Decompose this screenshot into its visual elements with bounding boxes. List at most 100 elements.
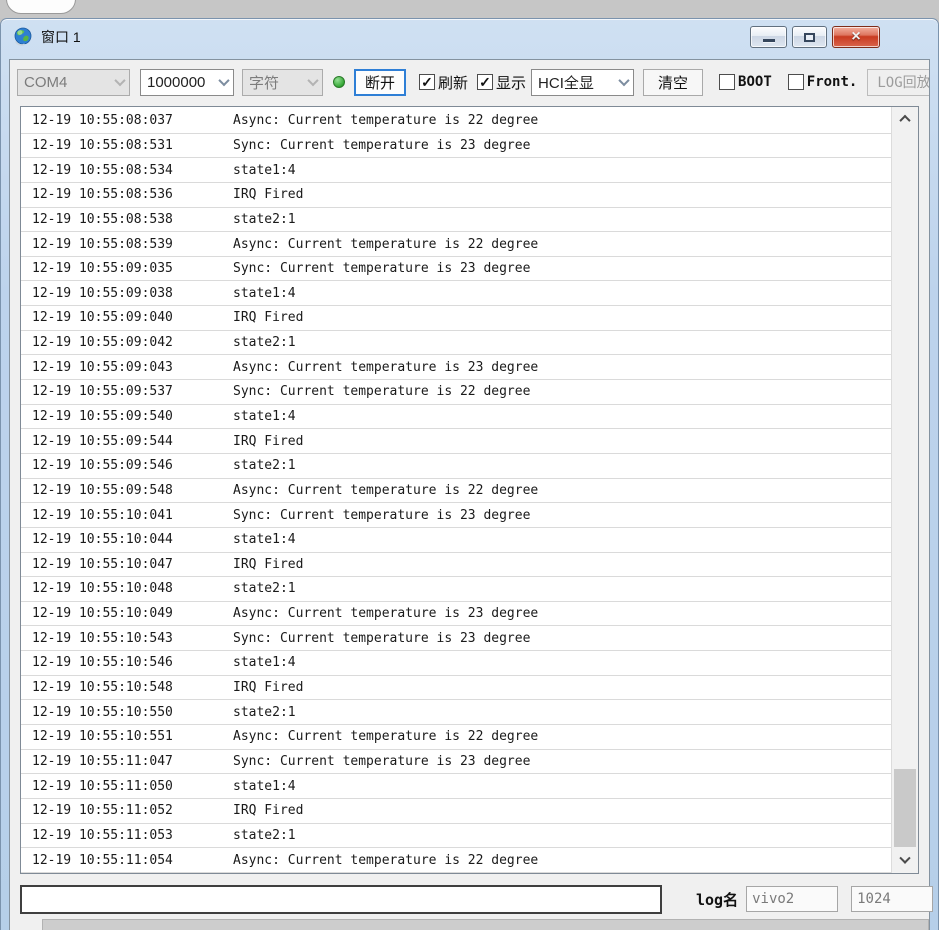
disconnect-button[interactable]: 断开 bbox=[354, 69, 406, 96]
log-message: IRQ Fired bbox=[233, 803, 891, 818]
serial-log-window: 窗口 1 × COM4 1000000 字符 断开 bbox=[0, 18, 939, 930]
log-message: state2:1 bbox=[233, 458, 891, 473]
log-message: Async: Current temperature is 22 degree bbox=[233, 113, 891, 128]
chevron-down-icon bbox=[899, 853, 910, 864]
bottom-bar: log名 bbox=[20, 883, 919, 915]
log-row[interactable]: 12-19 10:55:09:035Sync: Current temperat… bbox=[21, 257, 891, 282]
baud-rate-select[interactable]: 1000000 bbox=[140, 69, 234, 96]
log-row[interactable]: 12-19 10:55:09:546state2:1 bbox=[21, 454, 891, 479]
mode-value: 字符 bbox=[249, 72, 279, 93]
boot-checkbox[interactable]: BOOT bbox=[719, 74, 772, 90]
log-row[interactable]: 12-19 10:55:10:548IRQ Fired bbox=[21, 676, 891, 701]
log-row[interactable]: 12-19 10:55:09:038state1:4 bbox=[21, 281, 891, 306]
scrollbar-thumb[interactable] bbox=[894, 769, 916, 847]
log-message: Sync: Current temperature is 23 degree bbox=[233, 631, 891, 646]
maximize-icon bbox=[804, 33, 815, 42]
maximize-button[interactable] bbox=[792, 26, 827, 48]
log-message: state2:1 bbox=[233, 581, 891, 596]
close-button[interactable]: × bbox=[832, 26, 880, 48]
log-row[interactable]: 12-19 10:55:10:546state1:4 bbox=[21, 651, 891, 676]
hci-display-select[interactable]: HCI全显 bbox=[531, 69, 634, 96]
scroll-down-button[interactable] bbox=[892, 849, 918, 873]
checkbox-unchecked-icon bbox=[719, 74, 735, 90]
log-row[interactable]: 12-19 10:55:11:054Async: Current tempera… bbox=[21, 848, 891, 873]
log-message: state1:4 bbox=[233, 286, 891, 301]
log-row[interactable]: 12-19 10:55:09:544IRQ Fired bbox=[21, 429, 891, 454]
log-size-field bbox=[851, 886, 933, 912]
log-row[interactable]: 12-19 10:55:08:539Async: Current tempera… bbox=[21, 232, 891, 257]
hci-display-value: HCI全显 bbox=[538, 72, 594, 93]
log-timestamp: 12-19 10:55:10:551 bbox=[21, 729, 233, 744]
log-timestamp: 12-19 10:55:10:543 bbox=[21, 631, 233, 646]
mode-select: 字符 bbox=[242, 69, 323, 96]
log-row[interactable]: 12-19 10:55:10:044state1:4 bbox=[21, 528, 891, 553]
com-port-select: COM4 bbox=[17, 69, 130, 96]
log-row[interactable]: 12-19 10:55:08:037Async: Current tempera… bbox=[21, 109, 891, 134]
log-message: Sync: Current temperature is 22 degree bbox=[233, 384, 891, 399]
clear-button[interactable]: 清空 bbox=[643, 69, 703, 96]
log-replay-button: LOG回放 bbox=[867, 69, 929, 96]
vertical-scrollbar[interactable] bbox=[891, 107, 918, 873]
log-row[interactable]: 12-19 10:55:09:537Sync: Current temperat… bbox=[21, 380, 891, 405]
minimize-button[interactable] bbox=[750, 26, 787, 48]
checkbox-checked-icon: ✓ bbox=[419, 74, 435, 90]
chevron-down-icon bbox=[114, 75, 125, 86]
scroll-up-button[interactable] bbox=[892, 107, 918, 131]
log-message: state2:1 bbox=[233, 335, 891, 350]
baud-rate-value: 1000000 bbox=[147, 74, 205, 91]
log-row[interactable]: 12-19 10:55:08:534state1:4 bbox=[21, 158, 891, 183]
com-port-value: COM4 bbox=[24, 74, 67, 91]
log-timestamp: 12-19 10:55:08:536 bbox=[21, 187, 233, 202]
log-row[interactable]: 12-19 10:55:09:548Async: Current tempera… bbox=[21, 479, 891, 504]
log-message: state2:1 bbox=[233, 705, 891, 720]
front-checkbox[interactable]: Front. bbox=[788, 74, 858, 90]
log-message: state1:4 bbox=[233, 655, 891, 670]
log-timestamp: 12-19 10:55:10:548 bbox=[21, 680, 233, 695]
log-timestamp: 12-19 10:55:10:546 bbox=[21, 655, 233, 670]
checkbox-checked-icon: ✓ bbox=[477, 74, 493, 90]
log-row[interactable]: 12-19 10:55:10:551Async: Current tempera… bbox=[21, 725, 891, 750]
chevron-down-icon bbox=[218, 75, 229, 86]
log-message: state1:4 bbox=[233, 779, 891, 794]
log-row[interactable]: 12-19 10:55:11:052IRQ Fired bbox=[21, 799, 891, 824]
log-timestamp: 12-19 10:55:09:040 bbox=[21, 310, 233, 325]
log-row[interactable]: 12-19 10:55:08:531Sync: Current temperat… bbox=[21, 134, 891, 159]
log-row[interactable]: 12-19 10:55:10:048state2:1 bbox=[21, 577, 891, 602]
log-timestamp: 12-19 10:55:08:531 bbox=[21, 138, 233, 153]
horizontal-scrollbar[interactable] bbox=[42, 919, 929, 930]
log-row[interactable]: 12-19 10:55:10:049Async: Current tempera… bbox=[21, 602, 891, 627]
log-timestamp: 12-19 10:55:08:037 bbox=[21, 113, 233, 128]
log-row[interactable]: 12-19 10:55:08:536IRQ Fired bbox=[21, 183, 891, 208]
log-row[interactable]: 12-19 10:55:10:041Sync: Current temperat… bbox=[21, 503, 891, 528]
log-row[interactable]: 12-19 10:55:08:538state2:1 bbox=[21, 208, 891, 233]
client-area: COM4 1000000 字符 断开 ✓ 刷新 ✓ 显示 H bbox=[9, 59, 930, 930]
log-timestamp: 12-19 10:55:09:042 bbox=[21, 335, 233, 350]
log-row[interactable]: 12-19 10:55:10:550state2:1 bbox=[21, 700, 891, 725]
log-row[interactable]: 12-19 10:55:11:050state1:4 bbox=[21, 774, 891, 799]
connection-status-icon bbox=[333, 76, 345, 88]
log-timestamp: 12-19 10:55:11:047 bbox=[21, 754, 233, 769]
refresh-checkbox[interactable]: ✓ 刷新 bbox=[419, 72, 468, 93]
log-message: Sync: Current temperature is 23 degree bbox=[233, 754, 891, 769]
log-row[interactable]: 12-19 10:55:09:043Async: Current tempera… bbox=[21, 355, 891, 380]
log-message: Sync: Current temperature is 23 degree bbox=[233, 261, 891, 276]
log-row[interactable]: 12-19 10:55:11:047Sync: Current temperat… bbox=[21, 750, 891, 775]
log-row[interactable]: 12-19 10:55:10:047IRQ Fired bbox=[21, 553, 891, 578]
display-checkbox[interactable]: ✓ 显示 bbox=[477, 72, 526, 93]
window-title: 窗口 1 bbox=[41, 27, 81, 47]
log-row[interactable]: 12-19 10:55:09:042state2:1 bbox=[21, 331, 891, 356]
log-message: state2:1 bbox=[233, 212, 891, 227]
log-timestamp: 12-19 10:55:10:041 bbox=[21, 508, 233, 523]
log-timestamp: 12-19 10:55:09:035 bbox=[21, 261, 233, 276]
refresh-checkbox-label: 刷新 bbox=[438, 72, 468, 93]
log-row[interactable]: 12-19 10:55:09:040IRQ Fired bbox=[21, 306, 891, 331]
log-message: Sync: Current temperature is 23 degree bbox=[233, 508, 891, 523]
chevron-down-icon bbox=[307, 75, 318, 86]
log-row[interactable]: 12-19 10:55:11:053state2:1 bbox=[21, 824, 891, 849]
log-name-label: log名 bbox=[696, 889, 738, 910]
log-row[interactable]: 12-19 10:55:09:540state1:4 bbox=[21, 405, 891, 430]
log-message: IRQ Fired bbox=[233, 557, 891, 572]
log-row[interactable]: 12-19 10:55:10:543Sync: Current temperat… bbox=[21, 626, 891, 651]
log-timestamp: 12-19 10:55:09:043 bbox=[21, 360, 233, 375]
send-input[interactable] bbox=[20, 885, 662, 914]
